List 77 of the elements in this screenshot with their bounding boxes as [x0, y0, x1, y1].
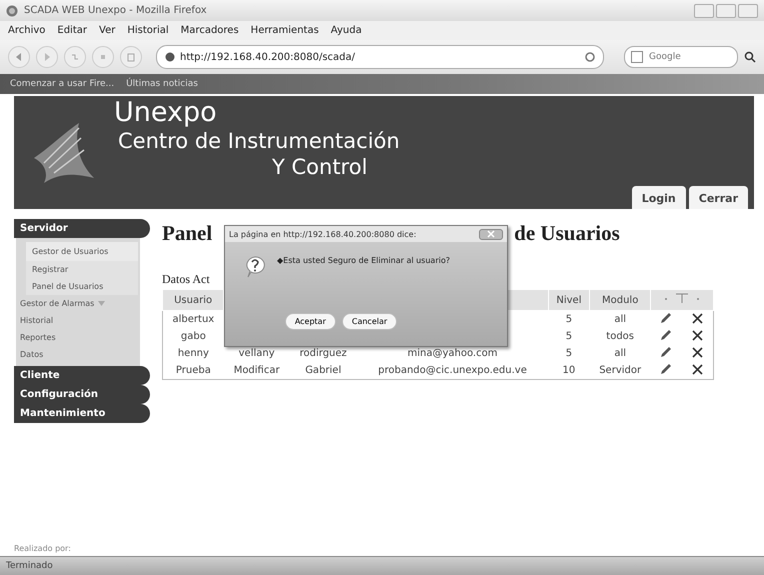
site-title: Unexpo [114, 98, 218, 128]
pencil-icon[interactable] [660, 363, 672, 375]
table-cell: Prueba [162, 362, 224, 380]
delete-icon[interactable] [692, 313, 704, 324]
close-button[interactable] [479, 228, 503, 240]
site-subtitle: Centro de Instrumentación [117, 128, 400, 154]
section-label: Datos Act [162, 272, 211, 288]
question-icon [245, 256, 265, 278]
table-cell-text: vellany [238, 347, 276, 361]
reload-icon [70, 52, 80, 62]
menu-item[interactable]: Archivo [8, 25, 46, 36]
menu-item[interactable]: Herramientas [250, 25, 319, 36]
search-engine-icon[interactable] [631, 51, 643, 63]
table-cell-text: todos [605, 330, 636, 344]
sidebar-item[interactable]: Historial [16, 312, 140, 329]
menu-item[interactable]: Ver [99, 25, 116, 36]
sidebar-item[interactable]: Datos [16, 346, 140, 363]
column-header: Nivel [548, 290, 590, 310]
sidebar-item[interactable]: Gestor de Usuarios [26, 242, 138, 261]
column-header: Modulo [590, 290, 651, 310]
sidebar-item[interactable]: Panel de Usuarios [26, 278, 138, 295]
sidebar-section[interactable]: Servidor [14, 219, 150, 238]
table-cell: Servidor [590, 362, 651, 380]
browser-logo-icon [6, 4, 18, 16]
sidebar-section[interactable]: Configuración [14, 385, 150, 404]
forward-icon [42, 52, 52, 62]
page-heading: de Usuarios [514, 221, 620, 246]
delete-icon[interactable] [692, 330, 704, 341]
bookmark-link[interactable]: Comenzar a usar Fire... [10, 79, 114, 89]
table-cell-text: all [613, 347, 627, 361]
window-title: SCADA WEB Unexpo - Mozilla Firefox [24, 5, 208, 16]
pencil-icon[interactable] [660, 346, 672, 358]
dialog-title: La página en http://192.168.40.200:8080 dice: [229, 230, 418, 238]
table-cell-text: 5 [564, 313, 574, 327]
sidebar-item[interactable]: Registrar [26, 261, 138, 278]
table-cell-text: mina@yahoo.com [406, 347, 498, 361]
delete-icon[interactable] [692, 347, 704, 358]
table-cell-text: rodirguez [298, 347, 348, 361]
table-cell: 10 [548, 362, 590, 380]
sidebar-item[interactable]: Reportes [16, 329, 140, 346]
menu-item[interactable]: Historial [127, 25, 169, 36]
dialog-button[interactable]: Cancelar [342, 313, 398, 330]
home-icon [126, 52, 136, 62]
dialog-button[interactable]: Aceptar [284, 313, 336, 330]
search-field[interactable]: Google [624, 46, 738, 68]
dropdown-arrow-icon [98, 301, 106, 306]
bookmark-link[interactable]: Últimas noticias [126, 79, 198, 89]
delete-icon[interactable] [692, 364, 704, 375]
menu-item[interactable]: Ayuda [330, 25, 362, 36]
dialog-message: ◆Esta usted Seguro de Eliminar al usuario? [277, 256, 450, 265]
table-cell: Modificar [224, 362, 290, 380]
nav-tab[interactable]: Cerrar [688, 186, 748, 209]
search-input[interactable]: Google [647, 51, 721, 63]
address-bar[interactable]: http://192.168.40.200:8080/scada/ [156, 45, 604, 69]
column-header: Usuario [162, 290, 224, 310]
table-cell-text: all [613, 313, 627, 327]
table-cell: henny [162, 345, 224, 362]
sidebar-item[interactable]: Gestor de Alarmas [16, 295, 140, 312]
pencil-icon[interactable] [660, 329, 672, 341]
page-heading: Panel [162, 221, 212, 246]
status-text: Terminado [6, 561, 53, 571]
search-icon[interactable] [744, 51, 756, 63]
table-cell-text: 5 [564, 330, 574, 344]
close-icon [487, 230, 495, 238]
menu-item[interactable]: Editar [57, 25, 87, 36]
menu-item[interactable]: Marcadores [180, 25, 239, 36]
footer-text: Realizado por: [14, 544, 72, 555]
sidebar-section[interactable]: Cliente [14, 366, 150, 385]
table-cell: Gabriel [290, 362, 357, 380]
table-cell-text: 5 [564, 347, 574, 361]
nav-tab[interactable]: Login [632, 186, 686, 209]
table-cell: gabo [162, 328, 224, 345]
table-cell: probando@cic.unexpo.edu.ve [356, 362, 548, 380]
site-subtitle: Y Control [271, 154, 368, 180]
sidebar-section[interactable]: Mantenimiento [14, 404, 150, 423]
table-cell: albertux [162, 310, 224, 328]
back-icon [14, 52, 24, 62]
